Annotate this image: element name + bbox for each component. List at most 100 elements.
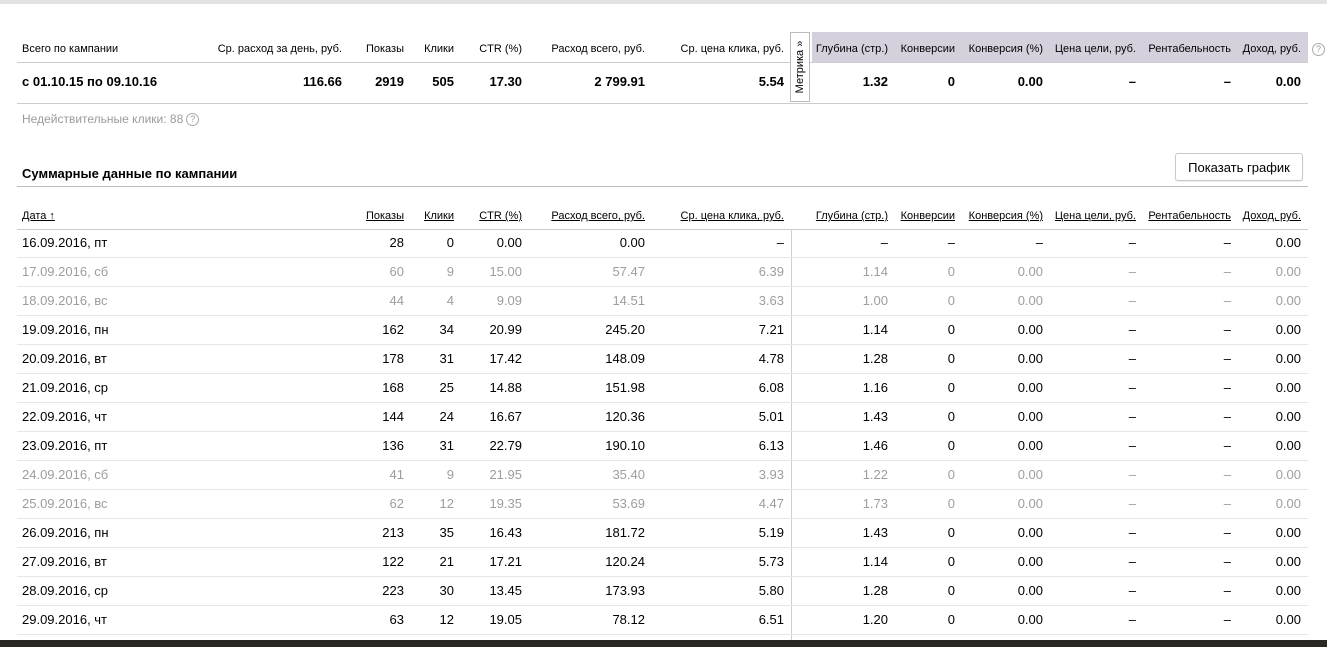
cell-depth: 1.14 [862,264,888,279]
col-conv-pct-header[interactable]: Конверсия (%) [969,210,1043,222]
cell-clicks: 12 [439,496,454,511]
cell-conv-pct: 0.00 [1017,612,1043,627]
cell-shows: 162 [382,322,404,337]
col-ctr-header[interactable]: CTR (%) [479,210,522,222]
invalid-clicks-text: Недействительные клики: 88 [22,112,184,126]
cell-cpc: – [776,235,784,250]
summary-depth-header: Глубина (стр.) [815,43,888,55]
cell-conv: 0 [947,322,955,337]
cell-total: 151.98 [605,380,645,395]
cell-total: 190.10 [605,438,645,453]
cell-date: 21.09.2016, ср [22,380,109,395]
cell-ctr: 21.95 [489,467,522,482]
summary-income: 0.00 [1275,74,1301,89]
summary-ctr-header: CTR (%) [479,43,522,55]
cell-conv-pct: 0.00 [1017,351,1043,366]
table-row: 22.09.2016, чт 144 24 16.67 120.36 5.01 1.43 0 0… [17,403,1308,432]
cell-clicks: 9 [446,264,454,279]
cell-depth: 1.28 [862,351,888,366]
cell-profit: – [1223,583,1231,598]
cell-profit: – [1223,612,1231,627]
cell-shows: 144 [382,409,404,424]
cell-depth: 1.43 [862,525,888,540]
cell-depth: 1.00 [862,293,888,308]
cell-clicks: 30 [439,583,454,598]
summary-cpc-header: Ср. цена клика, руб. [680,43,784,55]
col-conv-header[interactable]: Конверсии [901,210,955,222]
cell-conv: 0 [947,380,955,395]
cell-profit: – [1223,235,1231,250]
cell-conv-pct: 0.00 [1017,496,1043,511]
table-row: 25.09.2016, вс 62 12 19.35 53.69 4.47 1.73 0 0.0… [17,490,1308,519]
cell-cpc: 5.01 [758,409,784,424]
cell-conv-pct: 0.00 [1017,583,1043,598]
summary-total: 2 799.91 [594,74,645,89]
cell-cpc: 6.51 [758,612,784,627]
col-goal-price-header[interactable]: Цена цели, руб. [1055,210,1136,222]
table-row: 28.09.2016, ср 223 30 13.45 173.93 5.80 1.28 0 0… [17,577,1308,606]
col-cpc-header[interactable]: Ср. цена клика, руб. [681,210,784,222]
col-clicks-header[interactable]: Клики [424,210,454,222]
cell-profit: – [1223,467,1231,482]
cell-profit: – [1223,351,1231,366]
summary-profit: – [1223,74,1231,89]
cell-ctr: 19.35 [489,496,522,511]
summary-clicks: 505 [432,74,454,89]
bottom-strip [0,640,1327,647]
help-icon[interactable]: ? [1312,43,1325,56]
cell-depth: 1.73 [862,496,888,511]
col-date-header[interactable]: Дата ↑ [22,210,55,222]
cell-total: 53.69 [612,496,645,511]
cell-total: 0.00 [619,235,645,250]
cell-ctr: 14.88 [489,380,522,395]
cell-income: 0.00 [1275,322,1301,337]
cell-income: 0.00 [1275,264,1301,279]
col-income-header[interactable]: Доход, руб. [1243,210,1301,222]
summary-avg-daily: 116.66 [302,74,342,89]
cell-shows: 122 [382,554,404,569]
cell-conv: 0 [947,554,955,569]
cell-goal-price: – [1128,409,1136,424]
show-chart-button[interactable]: Показать график [1175,153,1303,181]
cell-conv-pct: 0.00 [1017,409,1043,424]
cell-shows: 28 [389,235,404,250]
cell-conv: 0 [947,293,955,308]
cell-income: 0.00 [1275,583,1301,598]
cell-goal-price: – [1128,612,1136,627]
cell-ctr: 0.00 [496,235,522,250]
cell-conv: 0 [947,351,955,366]
cell-profit: – [1223,496,1231,511]
cell-depth: 1.28 [862,583,888,598]
cell-profit: – [1223,438,1231,453]
table-row: 23.09.2016, пт 136 31 22.79 190.10 6.13 1.46 0 0… [17,432,1308,461]
cell-date: 27.09.2016, вт [22,554,107,569]
cell-cpc: 3.63 [758,293,784,308]
summary-income-header: Доход, руб. [1242,43,1301,55]
col-depth-header[interactable]: Глубина (стр.) [816,210,888,222]
col-total-header[interactable]: Расход всего, руб. [551,210,645,222]
help-icon[interactable]: ? [186,113,200,127]
cell-cpc: 5.73 [758,554,784,569]
cell-clicks: 4 [446,293,454,308]
invalid-clicks: Недействительные клики: 88? [22,112,200,127]
cell-conv-pct: 0.00 [1017,467,1043,482]
cell-goal-price: – [1128,438,1136,453]
cell-ctr: 17.42 [489,351,522,366]
cell-income: 0.00 [1275,380,1301,395]
cell-date: 25.09.2016, вс [22,496,108,511]
table-body: 16.09.2016, пт 28 0 0.00 0.00– – – – – –0.00 17.09… [17,229,1308,635]
cell-shows: 178 [382,351,404,366]
cell-income: 0.00 [1275,525,1301,540]
cell-shows: 41 [389,467,404,482]
cell-income: 0.00 [1275,554,1301,569]
summary-header: Всего по кампании Ср. расход за день, ру… [17,32,1308,62]
metrika-toggle-tab[interactable]: Метрика » [790,32,810,102]
cell-date: 23.09.2016, пт [22,438,108,453]
cell-goal-price: – [1128,554,1136,569]
summary-avg-daily-header: Ср. расход за день, руб. [217,43,342,55]
col-profit-header[interactable]: Рентабельность [1148,210,1231,222]
col-shows-header[interactable]: Показы [366,210,404,222]
cell-cpc: 6.13 [758,438,784,453]
cell-clicks: 25 [439,380,454,395]
cell-ctr: 20.99 [489,322,522,337]
